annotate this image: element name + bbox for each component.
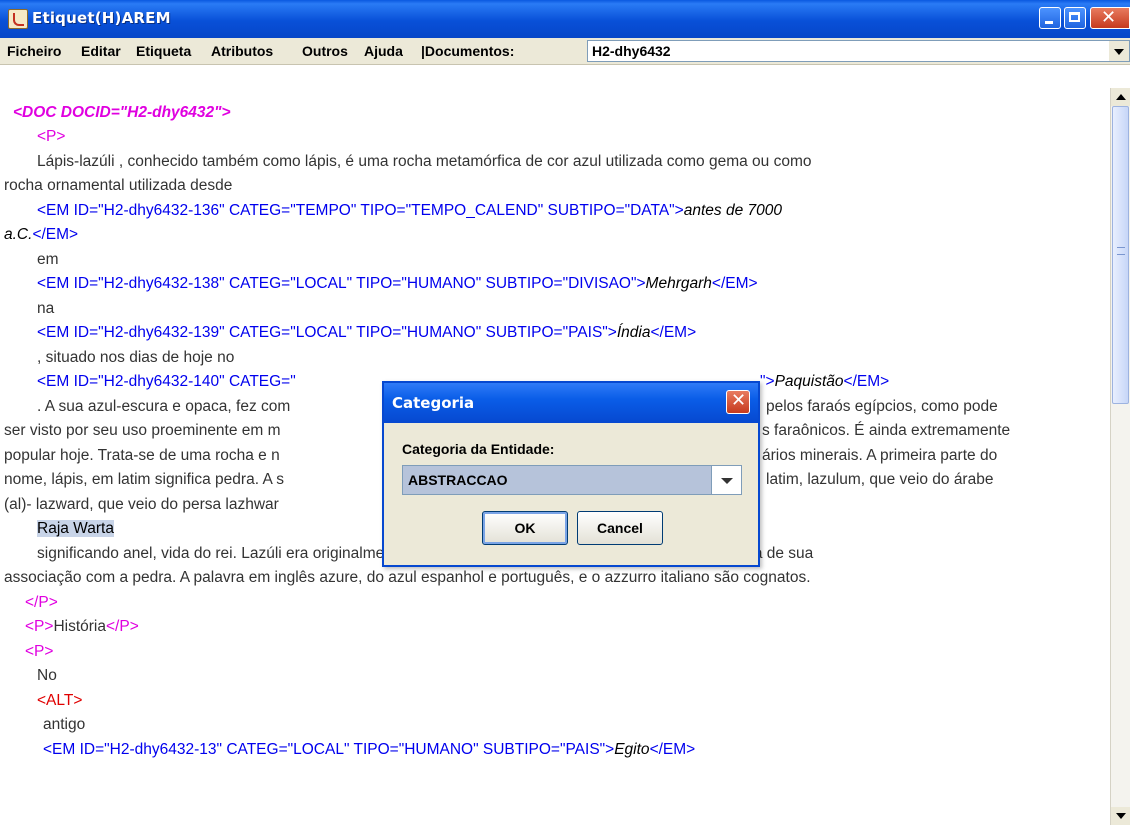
dialog-title-bar[interactable]: Categoria ✕ (384, 383, 758, 423)
doc-line: s faraônicos. É ainda extremamente (762, 422, 1011, 439)
doc-line: <ALT> (37, 692, 83, 709)
doc-line: <P> (37, 128, 66, 145)
doc-line: latim, lazulum, que veio do árabe (766, 471, 994, 488)
doc-line: ">Paquistão</EM> (760, 373, 890, 390)
ok-button[interactable]: OK (482, 511, 568, 545)
doc-line: em (37, 251, 59, 268)
menu-editar[interactable]: Editar (81, 43, 121, 59)
doc-line: (al)- lazward, que veio do persa lazhwar (4, 496, 279, 513)
scrollbar-thumb[interactable] (1112, 106, 1129, 404)
menu-ficheiro[interactable]: Ficheiro (7, 43, 61, 59)
doc-line: <P>História</P> (25, 618, 139, 635)
doc-line: Lápis-lazúli , conhecido também como láp… (37, 153, 812, 170)
doc-line[interactable]: Raja Warta (37, 520, 114, 538)
menu-ajuda[interactable]: Ajuda (364, 43, 403, 59)
doc-line: associação com a pedra. A palavra em ing… (4, 569, 811, 586)
menu-atributos[interactable]: Atributos (211, 43, 273, 59)
dialog-close-button[interactable]: ✕ (726, 390, 750, 414)
close-icon: ✕ (731, 390, 747, 411)
window-title: Etiquet(H)AREM (32, 9, 171, 27)
documentos-label: |Documentos: (421, 43, 515, 59)
close-icon: ✕ (1101, 7, 1117, 28)
doc-line: . A sua azul-escura e opaca, fez com (37, 398, 291, 415)
selected-text: Raja Warta (37, 520, 114, 537)
doc-line: <EM ID="H2-dhy6432-138" CATEG="LOCAL" TI… (37, 275, 758, 292)
doc-line: <EM ID="H2-dhy6432-139" CATEG="LOCAL" TI… (37, 324, 697, 341)
maximize-button[interactable] (1064, 7, 1086, 29)
doc-line: ser visto por seu uso proeminente em m (4, 422, 281, 439)
doc-line: <DOC DOCID="H2-dhy6432"> (13, 104, 231, 121)
cancel-button[interactable]: Cancel (577, 511, 663, 545)
chevron-down-icon[interactable] (711, 466, 741, 494)
title-bar: Etiquet(H)AREM ✕ (0, 0, 1130, 39)
chevron-down-icon[interactable] (1109, 41, 1129, 61)
doc-line: nome, lápis, em latim significa pedra. A… (4, 471, 284, 488)
scroll-up-icon[interactable] (1111, 88, 1130, 106)
doc-line: antigo (43, 716, 86, 733)
doc-line: rocha ornamental utilizada desde (4, 177, 233, 194)
category-dropdown[interactable]: ABSTRACCAO (402, 465, 742, 495)
menu-outros[interactable]: Outros (302, 43, 348, 59)
documents-selected: H2-dhy6432 (592, 43, 671, 59)
doc-line: <EM ID="H2-dhy6432-13" CATEG="LOCAL" TIP… (43, 741, 696, 758)
menu-etiqueta[interactable]: Etiqueta (136, 43, 191, 59)
java-app-icon (8, 9, 28, 29)
vertical-scrollbar[interactable] (1110, 88, 1130, 825)
doc-line: a.C.</EM> (4, 226, 79, 243)
minimize-button[interactable] (1039, 7, 1061, 29)
doc-line: na (37, 300, 55, 317)
doc-line: <P> (25, 643, 54, 660)
close-button[interactable]: ✕ (1090, 7, 1130, 29)
menu-bar: Ficheiro Editar Etiqueta Atributos Outro… (0, 38, 1130, 65)
category-label: Categoria da Entidade: (402, 441, 555, 457)
doc-line: <EM ID="H2-dhy6432-140" CATEG=" (37, 373, 296, 390)
documents-dropdown[interactable]: H2-dhy6432 (587, 40, 1130, 62)
doc-line: No (37, 667, 57, 684)
doc-line: ários minerais. A primeira parte do (762, 447, 998, 464)
categoria-dialog: Categoria ✕ Categoria da Entidade: ABSTR… (382, 381, 760, 567)
doc-line: popular hoje. Trata-se de uma rocha e n (4, 447, 280, 464)
doc-line: <EM ID="H2-dhy6432-136" CATEG="TEMPO" TI… (37, 202, 782, 219)
doc-line: pelos faraós egípcios, como pode (766, 398, 998, 415)
doc-line: , situado nos dias de hoje no (37, 349, 235, 366)
dialog-title: Categoria (392, 394, 475, 412)
doc-line: </P> (25, 594, 58, 611)
scroll-down-icon[interactable] (1111, 807, 1130, 825)
category-selected: ABSTRACCAO (408, 472, 508, 488)
